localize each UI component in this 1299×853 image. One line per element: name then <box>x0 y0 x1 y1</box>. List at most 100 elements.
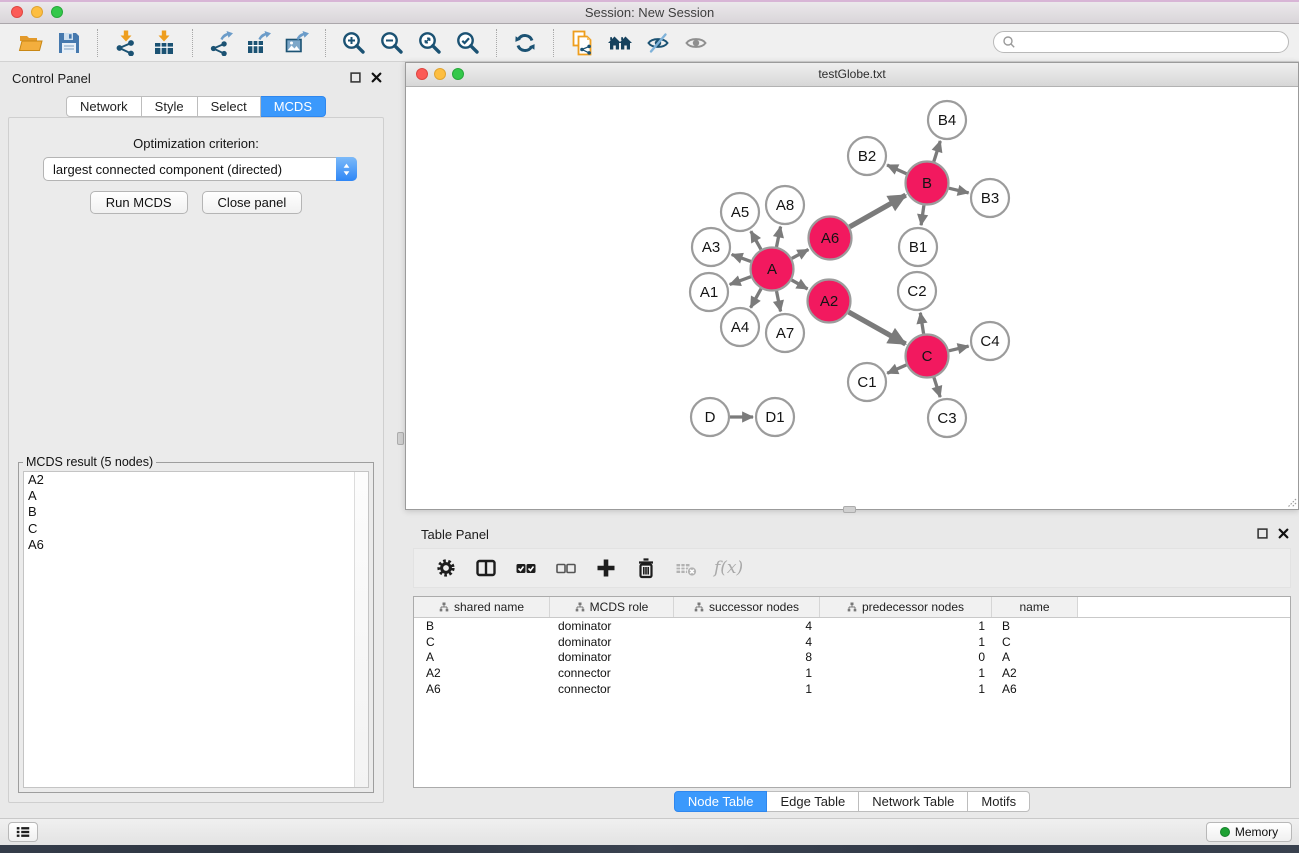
mcds-result-item[interactable]: A <box>24 488 368 504</box>
tab-select[interactable]: Select <box>198 96 261 117</box>
network-window-titlebar[interactable]: testGlobe.txt <box>406 63 1298 87</box>
table-cell[interactable]: 0 <box>820 650 992 664</box>
mcds-result-item[interactable]: C <box>24 521 368 537</box>
node-C4[interactable]: C4 <box>971 322 1009 360</box>
edge-C-C1[interactable] <box>887 365 906 373</box>
table-cell[interactable]: 8 <box>674 650 820 664</box>
mcds-result-item[interactable]: A2 <box>24 472 368 488</box>
column-header-successor-nodes[interactable]: successor nodes <box>674 597 820 617</box>
add-column-button[interactable] <box>588 551 624 585</box>
hide-details-button[interactable] <box>640 27 676 59</box>
table-row[interactable]: A6connector11A6 <box>414 681 1290 697</box>
table-cell[interactable]: 1 <box>820 619 992 633</box>
edge-A-A6[interactable] <box>792 250 809 259</box>
table-cell[interactable]: C <box>414 635 550 649</box>
refresh-view-button[interactable] <box>507 27 543 59</box>
import-table-button[interactable] <box>146 27 182 59</box>
table-cell[interactable]: C <box>992 635 1078 649</box>
open-session-button[interactable] <box>13 27 49 59</box>
node-A6[interactable]: A6 <box>809 217 852 260</box>
table-cell[interactable]: 4 <box>674 619 820 633</box>
zoom-selected-button[interactable] <box>450 27 486 59</box>
table-cell[interactable]: 1 <box>820 635 992 649</box>
column-header-shared-name[interactable]: shared name <box>414 597 550 617</box>
window-resize-grip[interactable] <box>1285 496 1297 508</box>
table-row[interactable]: Bdominator41B <box>414 618 1290 634</box>
node-D[interactable]: D <box>691 398 729 436</box>
edge-A-A3[interactable] <box>732 255 751 262</box>
node-B4[interactable]: B4 <box>928 101 966 139</box>
deselect-all-checkboxes-button[interactable] <box>548 551 584 585</box>
export-network-button[interactable] <box>203 27 239 59</box>
table-cell[interactable]: A <box>992 650 1078 664</box>
edge-A-A4[interactable] <box>751 289 762 308</box>
column-header-MCDS-role[interactable]: MCDS role <box>550 597 674 617</box>
export-image-button[interactable] <box>279 27 315 59</box>
table-cell[interactable]: A6 <box>414 682 550 696</box>
node-A3[interactable]: A3 <box>692 228 730 266</box>
edge-A2-C[interactable] <box>849 312 906 344</box>
node-B3[interactable]: B3 <box>971 179 1009 217</box>
table-cell[interactable]: dominator <box>550 619 674 633</box>
node-B[interactable]: B <box>906 162 949 205</box>
edge-B-B2[interactable] <box>887 165 906 174</box>
table-cell[interactable]: A6 <box>992 682 1078 696</box>
node-C3[interactable]: C3 <box>928 399 966 437</box>
clone-network-button[interactable] <box>564 27 600 59</box>
float-table-panel-icon[interactable] <box>1257 528 1268 539</box>
table-cell[interactable]: dominator <box>550 650 674 664</box>
table-panel-divider-grip[interactable] <box>843 506 856 513</box>
export-table-button[interactable] <box>241 27 277 59</box>
table-cell[interactable]: A2 <box>414 666 550 680</box>
node-C[interactable]: C <box>906 335 949 378</box>
table-cell[interactable]: B <box>414 619 550 633</box>
edge-A-A5[interactable] <box>751 231 761 249</box>
import-network-button[interactable] <box>108 27 144 59</box>
tab-motifs[interactable]: Motifs <box>968 791 1030 812</box>
edge-A-A2[interactable] <box>792 280 808 289</box>
close-network-window-button[interactable] <box>416 68 428 80</box>
select-all-checkboxes-button[interactable] <box>508 551 544 585</box>
table-settings-gear-button[interactable] <box>428 551 464 585</box>
search-input[interactable] <box>1021 34 1280 50</box>
edge-A6-B[interactable] <box>850 195 906 227</box>
node-A4[interactable]: A4 <box>721 308 759 346</box>
edge-C-C3[interactable] <box>934 377 940 397</box>
table-row[interactable]: A2connector11A2 <box>414 665 1290 681</box>
tab-edge-table[interactable]: Edge Table <box>767 791 859 812</box>
tab-node-table[interactable]: Node Table <box>674 791 768 812</box>
mcds-result-item[interactable]: B <box>24 504 368 520</box>
node-A1[interactable]: A1 <box>690 273 728 311</box>
node-A5[interactable]: A5 <box>721 193 759 231</box>
column-header-name[interactable]: name <box>992 597 1078 617</box>
table-cell[interactable]: 1 <box>820 682 992 696</box>
close-panel-icon[interactable] <box>371 72 382 83</box>
zoom-in-button[interactable] <box>336 27 372 59</box>
edge-A-A7[interactable] <box>777 291 781 311</box>
node-B1[interactable]: B1 <box>899 228 937 266</box>
table-cell[interactable]: A2 <box>992 666 1078 680</box>
edge-A-A1[interactable] <box>730 277 751 285</box>
edge-C-C2[interactable] <box>920 313 923 334</box>
node-A2[interactable]: A2 <box>808 280 851 323</box>
node-C2[interactable]: C2 <box>898 272 936 310</box>
run-mcds-button[interactable]: Run MCDS <box>90 191 188 214</box>
edge-B-B3[interactable] <box>949 188 969 193</box>
edge-B-B1[interactable] <box>921 205 924 225</box>
table-cell[interactable]: A <box>414 650 550 664</box>
table-cell[interactable]: 1 <box>820 666 992 680</box>
float-panel-icon[interactable] <box>350 72 361 83</box>
search-box[interactable] <box>993 31 1289 53</box>
panel-divider-grip[interactable] <box>397 432 404 445</box>
node-A[interactable]: A <box>751 248 794 291</box>
table-cell[interactable]: 4 <box>674 635 820 649</box>
node-A8[interactable]: A8 <box>766 186 804 224</box>
table-cell[interactable]: 1 <box>674 682 820 696</box>
minimize-network-window-button[interactable] <box>434 68 446 80</box>
column-visibility-button[interactable] <box>468 551 504 585</box>
mcds-result-item[interactable]: A6 <box>24 537 368 553</box>
save-session-button[interactable] <box>51 27 87 59</box>
show-details-button[interactable] <box>678 27 714 59</box>
mcds-result-list[interactable]: A2ABCA6 <box>23 471 369 788</box>
edge-B-B4[interactable] <box>934 141 941 162</box>
